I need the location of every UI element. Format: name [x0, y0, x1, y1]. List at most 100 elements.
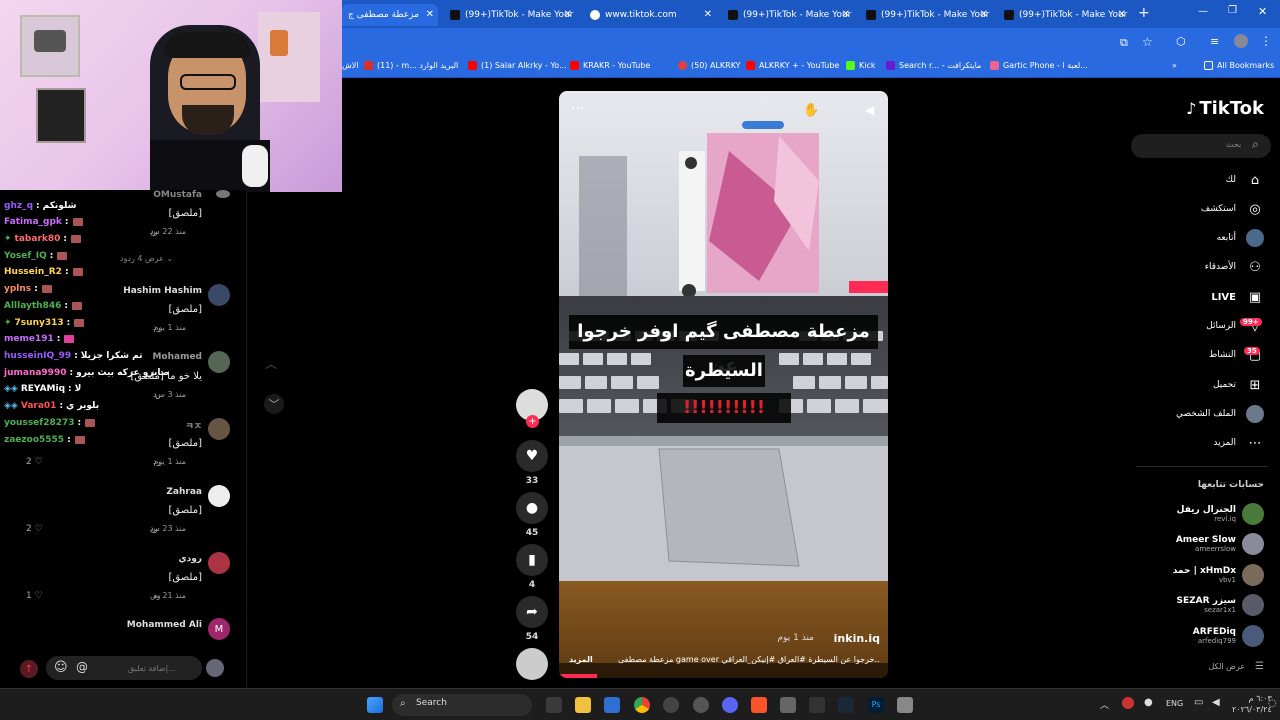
- nav-explore[interactable]: استكشف ◎: [1201, 200, 1264, 218]
- bookmarks-more-button[interactable]: »: [1172, 61, 1177, 70]
- extensions-icon[interactable]: ⬡: [1176, 35, 1186, 48]
- emoji-icon[interactable]: ☺: [54, 660, 68, 675]
- settings-icon[interactable]: [693, 697, 709, 713]
- tab-close-icon[interactable]: ✕: [1118, 9, 1126, 20]
- avatar[interactable]: [208, 485, 230, 507]
- bookmark-item[interactable]: ALKRKY + - YouTube: [746, 61, 839, 70]
- scroll-up-icon[interactable]: ↑: [20, 660, 38, 678]
- following-account[interactable]: SEZAR سيزر sezar1x1: [1177, 594, 1264, 616]
- following-account[interactable]: الجنرال ريفل revl.iq: [1177, 503, 1264, 525]
- task-view-icon[interactable]: [546, 697, 562, 713]
- profile-avatar[interactable]: [1234, 34, 1248, 48]
- bookmark-item[interactable]: Search r... - مايتكرافت: [886, 61, 981, 70]
- store-icon[interactable]: [604, 697, 620, 713]
- see-all-button[interactable]: عرض الكل ☰: [1208, 661, 1264, 672]
- following-account[interactable]: Ameer Slow ameerrslow: [1176, 533, 1264, 555]
- start-icon[interactable]: [367, 697, 383, 713]
- comment-input-placeholder[interactable]: إضافة تعليق...: [128, 664, 176, 673]
- avatar[interactable]: [208, 351, 230, 373]
- comment-button[interactable]: ●: [516, 492, 548, 524]
- minimize-icon[interactable]: —: [1198, 6, 1208, 17]
- tab-active[interactable]: مزعطة مصطفى ج ✕: [342, 4, 438, 26]
- search-icon[interactable]: ⌕: [1252, 137, 1259, 152]
- reply-button[interactable]: رد: [150, 524, 157, 533]
- video-player[interactable]: ··· ✋ ◀ مزعطة مصطفى گيم اوفر خرجوا عن ال…: [559, 91, 888, 678]
- tab-tiktok-1[interactable]: (99+)TikTok - Make Your ✕: [444, 4, 576, 26]
- comment-like-button[interactable]: 2 ♡: [26, 524, 43, 534]
- bookmark-partial[interactable]: الاش: [342, 61, 359, 70]
- tab-close-icon[interactable]: ✕: [704, 9, 712, 20]
- install-app-icon[interactable]: ⧉: [1120, 36, 1128, 50]
- comment-like-button[interactable]: 1 ♡: [26, 591, 43, 601]
- discord-icon[interactable]: [722, 697, 738, 713]
- tab-tiktok-2[interactable]: (99+)TikTok - Make Your ✕: [722, 4, 854, 26]
- volume-icon[interactable]: ◀: [865, 103, 874, 117]
- bookmark-item[interactable]: (1) Salar Alkrky - Yo...: [468, 61, 567, 70]
- clock[interactable]: ٦:٠٣ م ٢٠٢٦/٠٣/٢٤: [1232, 693, 1272, 715]
- notification-icon[interactable]: ◌: [1268, 698, 1277, 709]
- avatar[interactable]: [208, 418, 230, 440]
- tab-close-icon[interactable]: ✕: [426, 9, 434, 20]
- prev-video-icon[interactable]: ︿: [265, 355, 277, 372]
- save-button[interactable]: ▮: [516, 544, 548, 576]
- tab-tiktok-4[interactable]: (99+)TikTok - Make Your ✕: [998, 4, 1130, 26]
- like-button[interactable]: ♥: [516, 440, 548, 472]
- bookmark-item[interactable]: Kick: [846, 61, 876, 70]
- nav-live[interactable]: LIVE ▣: [1211, 288, 1264, 306]
- taskbar-search[interactable]: [392, 694, 532, 716]
- nav-more[interactable]: المزيد ⋯: [1213, 434, 1264, 452]
- media-control-icon[interactable]: ≡: [1210, 35, 1219, 48]
- bookmark-item[interactable]: (50) ALKRKY: [678, 61, 741, 70]
- brave-icon[interactable]: [751, 697, 767, 713]
- follow-plus-icon[interactable]: +: [526, 415, 539, 428]
- bookmark-item[interactable]: KRAKR - YouTube: [570, 61, 650, 70]
- share-button[interactable]: ➦: [516, 596, 548, 628]
- menu-dots-icon[interactable]: ⋮: [1260, 34, 1272, 48]
- tab-close-icon[interactable]: ✕: [564, 9, 572, 20]
- photoshop-icon[interactable]: Ps: [868, 697, 884, 713]
- nav-upload[interactable]: تحميل ⊞: [1213, 376, 1264, 394]
- tab-tiktok-3[interactable]: (99+)TikTok - Make Your ✕: [860, 4, 992, 26]
- app-icon[interactable]: [780, 697, 796, 713]
- language-indicator[interactable]: ENG: [1166, 699, 1183, 708]
- chrome-icon[interactable]: [634, 697, 650, 713]
- capcut-icon[interactable]: [809, 697, 825, 713]
- mention-button[interactable]: @: [76, 660, 88, 674]
- tray-chevron-icon[interactable]: ︿: [1100, 698, 1109, 711]
- comment-like-button[interactable]: 2 ♡: [26, 457, 43, 467]
- nav-profile[interactable]: الملف الشخصي: [1176, 405, 1264, 423]
- tray-app-icon[interactable]: [1122, 697, 1134, 709]
- next-video-icon[interactable]: ﹀: [264, 394, 284, 414]
- avatar[interactable]: M: [208, 618, 230, 640]
- avatar[interactable]: [208, 552, 230, 574]
- following-account[interactable]: ARFEDiq arfediq799: [1193, 625, 1264, 647]
- nav-for-you[interactable]: لك ⌂: [1226, 171, 1264, 189]
- video-more-icon[interactable]: ···: [571, 101, 584, 117]
- steam-icon[interactable]: [838, 697, 854, 713]
- tab-close-icon[interactable]: ✕: [980, 9, 988, 20]
- maximize-icon[interactable]: ❐: [1228, 5, 1237, 16]
- reply-button[interactable]: رد: [153, 457, 160, 466]
- file-explorer-icon[interactable]: [575, 697, 591, 713]
- volume-icon[interactable]: ◀: [1212, 697, 1220, 708]
- new-tab-button[interactable]: +: [1138, 5, 1150, 21]
- mic-icon[interactable]: ●: [1144, 697, 1153, 708]
- bookmark-item[interactable]: Gartic Phone - لعبة ا...: [990, 61, 1088, 70]
- bookmark-star-icon[interactable]: ☆: [1142, 35, 1153, 49]
- nav-following[interactable]: أتابعه: [1217, 229, 1264, 247]
- music-disc-icon[interactable]: [516, 648, 548, 680]
- tiktok-logo[interactable]: ♪ TikTok: [1186, 98, 1264, 119]
- search-input[interactable]: [1131, 134, 1271, 158]
- video-more-button[interactable]: المزيد: [569, 655, 593, 664]
- all-bookmarks-button[interactable]: All Bookmarks: [1204, 61, 1274, 70]
- view-replies-button[interactable]: عرض 4 ردود ⌄: [120, 254, 173, 263]
- nav-friends[interactable]: الأصدقاء ⚇: [1205, 258, 1264, 276]
- obs-icon[interactable]: [663, 697, 679, 713]
- reply-button[interactable]: رد: [150, 227, 157, 236]
- tab-tiktok-com[interactable]: www.tiktok.com ✕: [584, 4, 716, 26]
- avatar[interactable]: [208, 284, 230, 306]
- app-icon[interactable]: [897, 697, 913, 713]
- following-account[interactable]: حمد | xHmDx vbv1: [1173, 564, 1264, 586]
- tab-close-icon[interactable]: ✕: [842, 9, 850, 20]
- network-icon[interactable]: ▭: [1194, 697, 1203, 708]
